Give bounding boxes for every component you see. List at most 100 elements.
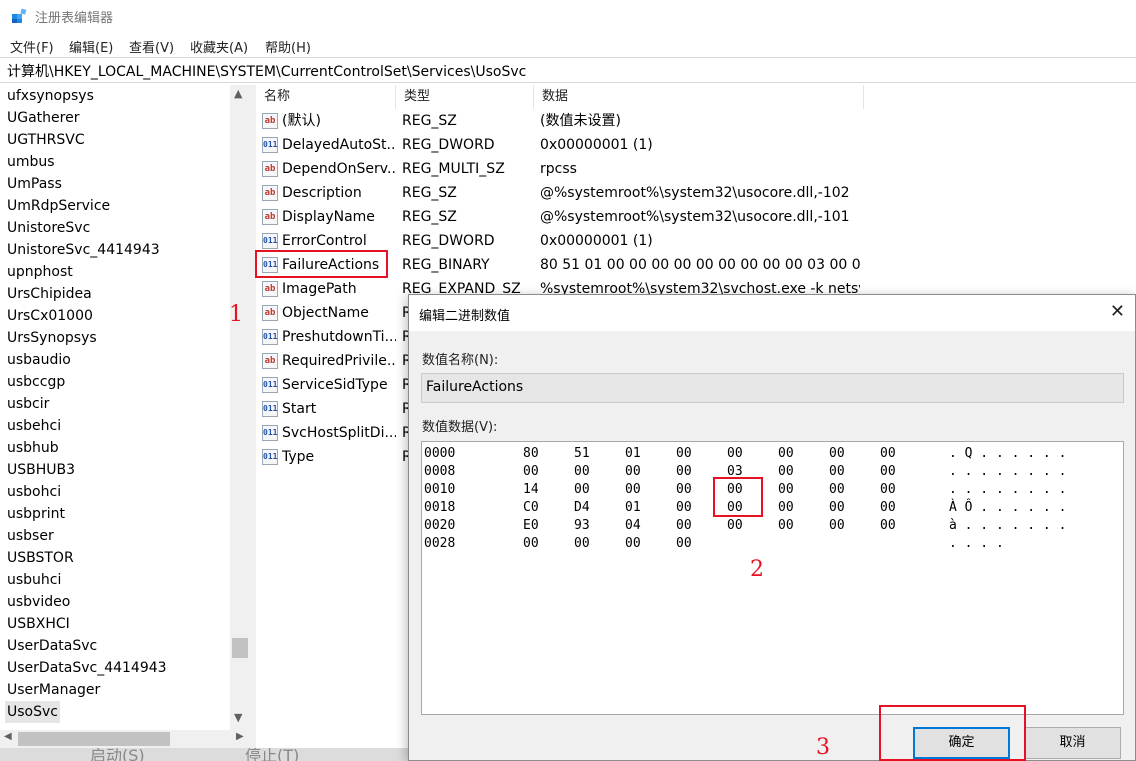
tree-item[interactable]: UGatherer (7, 107, 79, 129)
hex-byte[interactable]: E0 (523, 518, 539, 533)
tree-item[interactable]: UserDataSvc_4414943 (7, 657, 167, 679)
column-header-type[interactable]: 类型 (396, 85, 534, 109)
hex-byte[interactable]: 04 (625, 518, 641, 533)
hex-byte[interactable]: 00 (523, 536, 539, 551)
hex-byte[interactable]: D4 (574, 500, 590, 515)
hex-byte[interactable]: 00 (676, 536, 692, 551)
tree-item[interactable]: UnistoreSvc_4414943 (7, 239, 160, 261)
scroll-thumb[interactable] (232, 638, 248, 658)
tree-item[interactable]: usbehci (7, 415, 61, 437)
hex-byte[interactable]: 80 (523, 446, 539, 461)
tree-item[interactable]: usbvideo (7, 591, 70, 613)
hex-byte[interactable]: 00 (625, 464, 641, 479)
hex-byte[interactable]: 00 (880, 482, 896, 497)
close-icon[interactable]: ✕ (1110, 301, 1125, 322)
menu-edit[interactable]: 编辑(E) (69, 37, 113, 56)
scroll-thumb[interactable] (18, 732, 170, 746)
tree-item[interactable]: usbser (7, 525, 54, 547)
value-row[interactable]: ab DisplayName REG_SZ @%systemroot%\system3… (256, 205, 1136, 229)
hex-editor[interactable]: 0000 80 51 01 00 00 00 00 00. Q . . . . . . 0008 0… (421, 441, 1124, 715)
hex-byte[interactable]: C0 (523, 500, 539, 515)
tree-vertical-scrollbar[interactable]: ▲ ▼ (230, 85, 250, 730)
hex-byte[interactable]: 00 (625, 536, 641, 551)
scroll-left-icon[interactable]: ◀ (4, 731, 12, 742)
tree-item[interactable]: UrsSynopsys (7, 327, 97, 349)
tree-item[interactable]: usbaudio (7, 349, 71, 371)
tree-item[interactable]: UnistoreSvc (7, 217, 90, 239)
hex-byte[interactable]: 00 (778, 482, 794, 497)
hex-byte[interactable]: 00 (778, 446, 794, 461)
hex-ascii[interactable]: à . . . . . . . (949, 518, 1066, 533)
hex-byte[interactable]: 00 (880, 464, 896, 479)
tree-item[interactable]: UGTHRSVC (7, 129, 85, 151)
hex-line[interactable]: 0008 00 00 00 00 03 00 00 00. . . . . . . . (422, 464, 1122, 482)
hex-byte[interactable]: 00 (829, 500, 845, 515)
hex-byte[interactable]: 00 (676, 518, 692, 533)
value-row[interactable]: ab DependOnServ... REG_MULTI_SZ rpcss (256, 157, 1136, 181)
tree-item[interactable]: UmPass (7, 173, 62, 195)
tree-item[interactable]: UserManager (7, 679, 100, 701)
hex-byte[interactable]: 00 (829, 482, 845, 497)
scroll-down-icon[interactable]: ▼ (234, 711, 242, 724)
menu-view[interactable]: 查看(V) (129, 37, 174, 56)
hex-byte[interactable]: 00 (676, 500, 692, 515)
hex-line[interactable]: 0028 00 00 00 00 . . . . (422, 536, 1122, 554)
cancel-button[interactable]: 取消 (1024, 727, 1121, 759)
tree-item[interactable]: usbuhci (7, 569, 61, 591)
tree-item[interactable]: upnphost (7, 261, 73, 283)
tree-item[interactable]: UrsCx01000 (7, 305, 93, 327)
value-row[interactable]: 011 ErrorControl REG_DWORD 0x00000001 (1) (256, 229, 1136, 253)
tree-item[interactable]: UserDataSvc (7, 635, 97, 657)
column-header-name[interactable]: 名称 (256, 85, 396, 109)
tree-item[interactable]: UmRdpService (7, 195, 110, 217)
tree-item[interactable]: umbus (7, 151, 55, 173)
hex-byte[interactable]: 00 (778, 518, 794, 533)
scroll-right-icon[interactable]: ▶ (236, 731, 244, 742)
hex-byte[interactable]: 00 (880, 500, 896, 515)
hex-byte[interactable]: 00 (625, 482, 641, 497)
tree-item[interactable]: usbcir (7, 393, 49, 415)
tree-horizontal-scrollbar[interactable]: ◀ ▶ (0, 730, 250, 748)
hex-byte[interactable]: 14 (523, 482, 539, 497)
hex-line[interactable]: 0018 C0 D4 01 00 00 00 00 00 À Ô . . . . . . (422, 500, 1122, 518)
hex-line[interactable]: 0000 80 51 01 00 00 00 00 00. Q . . . . . . (422, 446, 1122, 464)
hex-byte[interactable]: 00 (523, 464, 539, 479)
column-header-data[interactable]: 数据 (534, 85, 864, 109)
menu-favorites[interactable]: 收藏夹(A) (190, 37, 248, 56)
hex-byte[interactable]: 00 (727, 446, 743, 461)
hex-byte[interactable]: 00 (829, 518, 845, 533)
hex-byte[interactable]: 01 (625, 446, 641, 461)
hex-byte[interactable]: 00 (778, 464, 794, 479)
hex-byte[interactable]: 00 (574, 482, 590, 497)
tree-item[interactable]: USBHUB3 (7, 459, 75, 481)
tree-item[interactable]: USBXHCI (7, 613, 70, 635)
tree-item[interactable]: usbhub (7, 437, 59, 459)
hex-byte[interactable]: 00 (574, 536, 590, 551)
menu-help[interactable]: 帮助(H) (265, 37, 311, 56)
tree-item[interactable]: ufxsynopsys (7, 85, 94, 107)
hex-byte[interactable]: 00 (829, 464, 845, 479)
hex-byte[interactable]: 01 (625, 500, 641, 515)
hex-ascii[interactable]: . Q . . . . . . (949, 446, 1066, 461)
hex-byte[interactable]: 00 (676, 464, 692, 479)
hex-byte[interactable]: 00 (574, 464, 590, 479)
tree-item[interactable]: usbccgp (7, 371, 65, 393)
hex-ascii[interactable]: . . . . . . . . (949, 482, 1066, 497)
hex-ascii[interactable]: . . . . . . . . (949, 464, 1066, 479)
hex-ascii[interactable]: . . . . (949, 536, 1004, 551)
tree-item-selected[interactable]: UsoSvc (5, 701, 60, 723)
scroll-up-icon[interactable]: ▲ (234, 87, 242, 100)
address-bar[interactable]: 计算机\HKEY_LOCAL_MACHINE\SYSTEM\CurrentCon… (0, 57, 1136, 83)
value-row[interactable]: 011 DelayedAutoSt... REG_DWORD 0x00000001 (… (256, 133, 1136, 157)
value-row[interactable]: ab (默认) REG_SZ (数值未设置) (256, 109, 1136, 133)
tree-item[interactable]: usbprint (7, 503, 65, 525)
hex-byte[interactable]: 00 (829, 446, 845, 461)
hex-byte[interactable]: 00 (727, 518, 743, 533)
hex-line[interactable]: 0020 E0 93 04 00 00 00 00 00 à . . . . . . . (422, 518, 1122, 536)
hex-byte[interactable]: 00 (676, 482, 692, 497)
value-row[interactable]: 011 FailureActions REG_BINARY 80 51 01 00 0… (256, 253, 1136, 277)
hex-ascii[interactable]: À Ô . . . . . . (949, 500, 1066, 515)
hex-byte[interactable]: 00 (880, 518, 896, 533)
hex-byte[interactable]: 51 (574, 446, 590, 461)
hex-byte[interactable]: 00 (880, 446, 896, 461)
